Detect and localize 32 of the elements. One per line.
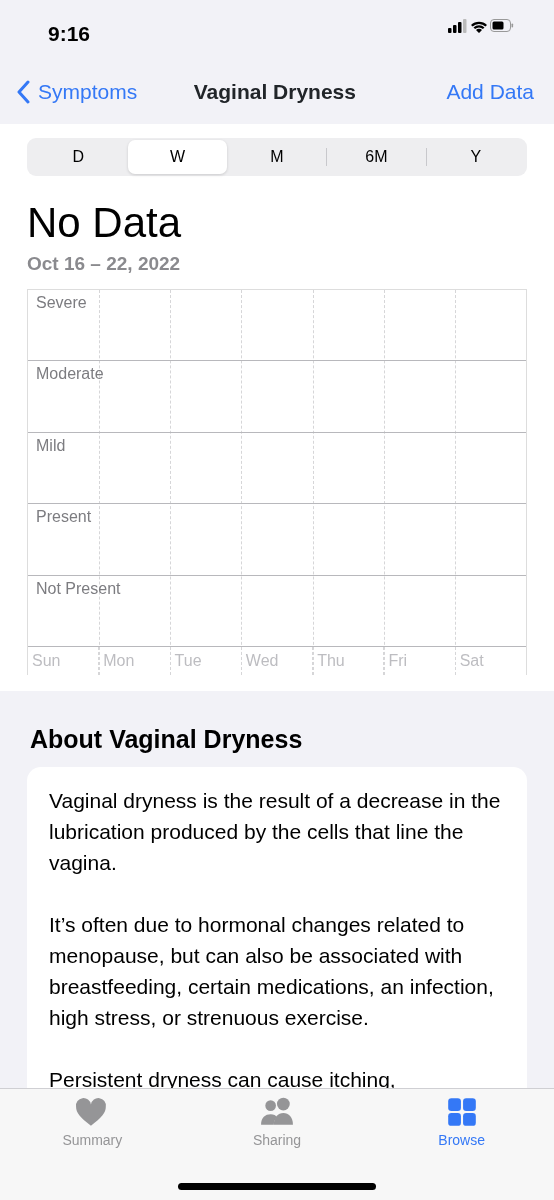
range-tab[interactable]: Y <box>426 140 526 174</box>
level-label: Severe <box>36 293 87 311</box>
day-label: Thu <box>317 652 345 670</box>
day-label: Mon <box>103 652 135 670</box>
level-label: Present <box>36 508 92 526</box>
page-title: Vaginal Dryness <box>192 79 357 106</box>
level-label: Mild <box>36 436 66 454</box>
day-label: Tue <box>174 652 202 670</box>
level-label: Moderate <box>36 365 104 383</box>
add-data-button[interactable]: Add Data <box>446 76 534 108</box>
range-tab[interactable]: M <box>227 140 327 174</box>
date-range: Oct 16 – 22, 2022 <box>27 252 182 277</box>
paragraph: Vaginal dryness is the result of a decrease in the lubrication produced by the cells that line the vagina. <box>49 787 502 876</box>
day-label: Sat <box>459 652 484 670</box>
summary-value: No Data <box>27 200 183 247</box>
range-tab[interactable]: 6M <box>327 140 426 174</box>
chevron-icon <box>16 80 30 104</box>
section-heading: About Vaginal Dryness <box>30 724 304 756</box>
day-label: Sun <box>32 652 61 670</box>
battery-icon <box>490 19 514 32</box>
day-label: Wed <box>245 652 279 670</box>
paragraph: It’s often due to hormonal changes related to menopause, but can also be associated with breastfeeding, certain medications, an infection, high stress, or strenuous exercise. <box>49 911 495 1031</box>
back-button[interactable]: Symptoms <box>16 76 138 108</box>
day-label: Fri <box>388 652 408 670</box>
level-label: Not Present <box>36 579 121 597</box>
range-tab[interactable]: W <box>128 140 227 174</box>
signal-icon <box>448 19 467 33</box>
tab-bar-item[interactable]: Browse <box>369 1097 554 1157</box>
people-icon <box>260 1097 294 1127</box>
status-time: 9:16 <box>48 21 91 47</box>
wifi-icon <box>471 21 487 33</box>
range-tab[interactable]: D <box>29 140 128 174</box>
